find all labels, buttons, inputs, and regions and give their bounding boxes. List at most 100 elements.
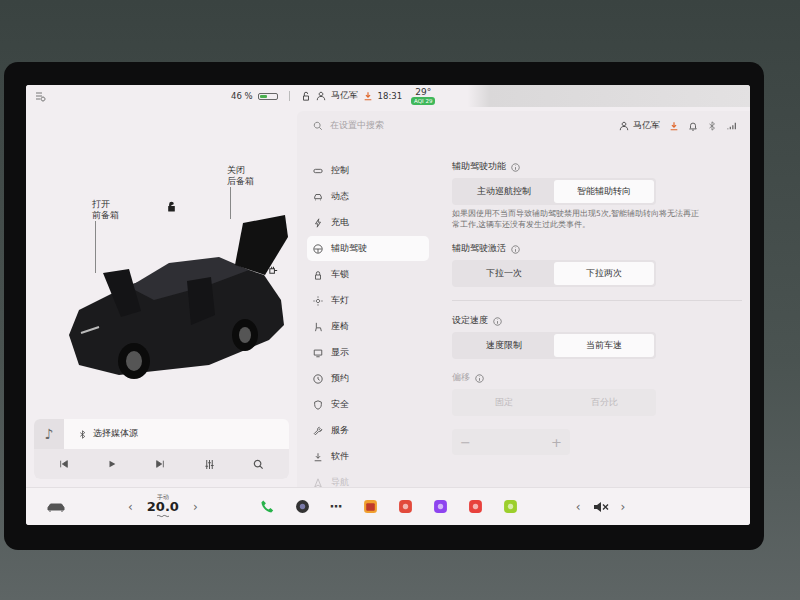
segmented-control: 下拉一次下拉两次: [452, 260, 656, 287]
bell-icon[interactable]: [688, 121, 698, 131]
menu-item-icon: [313, 478, 323, 488]
section-title: 辅助驾驶激活: [452, 243, 740, 255]
search-icon[interactable]: [253, 459, 264, 470]
segment-option[interactable]: 速度限制: [454, 334, 554, 357]
info-icon[interactable]: [475, 374, 484, 383]
app-icon[interactable]: [433, 499, 448, 514]
menu-item[interactable]: 显示: [307, 340, 429, 365]
app-icon[interactable]: [503, 499, 518, 514]
segment-option[interactable]: 智能辅助转向: [554, 180, 654, 203]
play-icon[interactable]: [107, 459, 117, 469]
car-display-photo: 46 % 马亿军 18:31 29°AQI 29 打开前备箱 关闭后备箱 ♪ 选择媒体源 在设置…: [0, 0, 800, 600]
profile-name[interactable]: 马亿军: [633, 120, 660, 132]
equalizer-icon[interactable]: [204, 459, 215, 470]
download-icon[interactable]: [363, 91, 373, 101]
menu-item[interactable]: 车锁: [307, 262, 429, 287]
signal-icon: [726, 121, 738, 131]
media-source-row[interactable]: ♪ 选择媒体源: [34, 419, 289, 449]
menu-item[interactable]: 软件: [307, 444, 429, 469]
menu-item[interactable]: 动态: [307, 184, 429, 209]
speaker-icon[interactable]: [593, 501, 609, 513]
info-icon[interactable]: [493, 317, 502, 326]
menu-item[interactable]: 服务: [307, 418, 429, 443]
temperature-display[interactable]: 手动20.0: [147, 494, 179, 520]
aqi-badge: AQI 29: [411, 97, 435, 105]
clock: 18:31: [378, 91, 403, 101]
phone-icon[interactable]: [260, 499, 275, 514]
settings-body: 控制动态充电辅助驾驶车锁车灯座椅显示预约安全服务软件导航 辅助驾驶功能主动巡航控制…: [297, 141, 750, 487]
segment-option[interactable]: 当前车速: [554, 334, 654, 357]
media-player: ♪ 选择媒体源: [34, 419, 289, 479]
media-source[interactable]: 选择媒体源: [93, 428, 138, 440]
settings-group: 辅助驾驶功能主动巡航控制智能辅助转向如果因使用不当而导致辅助驾驶禁用出现5次,智…: [452, 161, 740, 287]
menu-item[interactable]: 导航: [307, 470, 429, 487]
download-icon[interactable]: [669, 121, 679, 131]
menu-item[interactable]: 座椅: [307, 314, 429, 339]
menu-item-icon: [313, 322, 323, 332]
settings-content: 辅助驾驶功能主动巡航控制智能辅助转向如果因使用不当而导致辅助驾驶禁用出现5次,智…: [435, 141, 750, 487]
temperature-down[interactable]: ‹: [128, 500, 133, 514]
car-icon[interactable]: [46, 501, 66, 513]
dock: ‹手动20.0›⋯‹›: [26, 487, 750, 525]
section-title: 设定速度: [452, 315, 742, 327]
menu-item-icon: [313, 400, 323, 410]
segmented-control: 主动巡航控制智能辅助转向: [452, 178, 656, 205]
album-art: ♪: [34, 419, 64, 449]
section-note: 如果因使用不当而导致辅助驾驶禁用出现5次,智能辅助转向将无法再正常工作,这辆车还…: [452, 209, 702, 230]
charge-port-icon[interactable]: [268, 265, 279, 276]
hatch-control[interactable]: 打开前备箱: [92, 199, 119, 273]
app-launcher: ⋯: [260, 499, 518, 514]
volume-control: ‹›: [576, 500, 626, 514]
card-list-icon[interactable]: [34, 90, 46, 102]
media-controls: [34, 449, 289, 479]
offset-stepper: −+: [452, 429, 570, 455]
segment-option[interactable]: 下拉两次: [554, 262, 654, 285]
next-icon[interactable]: [155, 459, 165, 469]
section-title: 辅助驾驶功能: [452, 161, 740, 173]
menu-item-icon: [313, 296, 323, 306]
door-lock-icon[interactable]: [166, 201, 177, 212]
hatch-control[interactable]: 关闭后备箱: [227, 165, 254, 219]
battery-percent: 46 %: [231, 91, 253, 101]
battery-icon: [258, 93, 278, 100]
menu-item[interactable]: 预约: [307, 366, 429, 391]
menu-item-icon: [313, 166, 323, 176]
app-icon[interactable]: [468, 499, 483, 514]
menu-item-icon: [313, 374, 323, 384]
car-view: 打开前备箱 关闭后备箱: [26, 107, 297, 419]
info-icon[interactable]: [511, 163, 520, 172]
segment-option: 固定: [454, 391, 554, 414]
settings-search[interactable]: 在设置中搜索: [313, 120, 384, 132]
segment-option[interactable]: 下拉一次: [454, 262, 554, 285]
camera-icon[interactable]: [295, 499, 310, 514]
segmented-control: 速度限制当前车速: [452, 332, 656, 359]
bluetooth-icon[interactable]: [707, 121, 717, 131]
car-icon: [59, 215, 289, 385]
menu-item[interactable]: 安全: [307, 392, 429, 417]
volume-down[interactable]: ‹: [576, 500, 581, 514]
person-icon[interactable]: [316, 91, 326, 101]
segment-option[interactable]: 主动巡航控制: [454, 180, 554, 203]
outside-temperature: 29°: [415, 87, 431, 97]
menu-item[interactable]: 车灯: [307, 288, 429, 313]
profile-name[interactable]: 马亿军: [331, 90, 358, 102]
touch-screen: 46 % 马亿军 18:31 29°AQI 29 打开前备箱 关闭后备箱 ♪ 选择媒体源 在设置…: [26, 85, 750, 525]
menu-item[interactable]: 控制: [307, 158, 429, 183]
previous-icon[interactable]: [59, 459, 69, 469]
toybox-icon[interactable]: [363, 499, 378, 514]
menu-item[interactable]: 充电: [307, 210, 429, 235]
menu-item-icon: [313, 426, 323, 436]
fan-icon: [156, 513, 170, 519]
info-icon[interactable]: [511, 245, 520, 254]
more-apps-button[interactable]: ⋯: [330, 499, 343, 514]
app-icon[interactable]: [398, 499, 413, 514]
temperature-up[interactable]: ›: [193, 500, 198, 514]
unlocked-icon[interactable]: [301, 91, 311, 101]
menu-item-icon: [313, 348, 323, 358]
main-area: 打开前备箱 关闭后备箱 ♪ 选择媒体源 在设置中搜索 马亿军控制动态充电辅助驾驶车锁车灯座…: [26, 107, 750, 487]
person-icon[interactable]: [619, 121, 629, 131]
volume-up[interactable]: ›: [621, 500, 626, 514]
menu-item-icon: [313, 218, 323, 228]
menu-item[interactable]: 辅助驾驶: [307, 236, 429, 261]
setting-section: 设定速度速度限制当前车速: [452, 315, 742, 359]
